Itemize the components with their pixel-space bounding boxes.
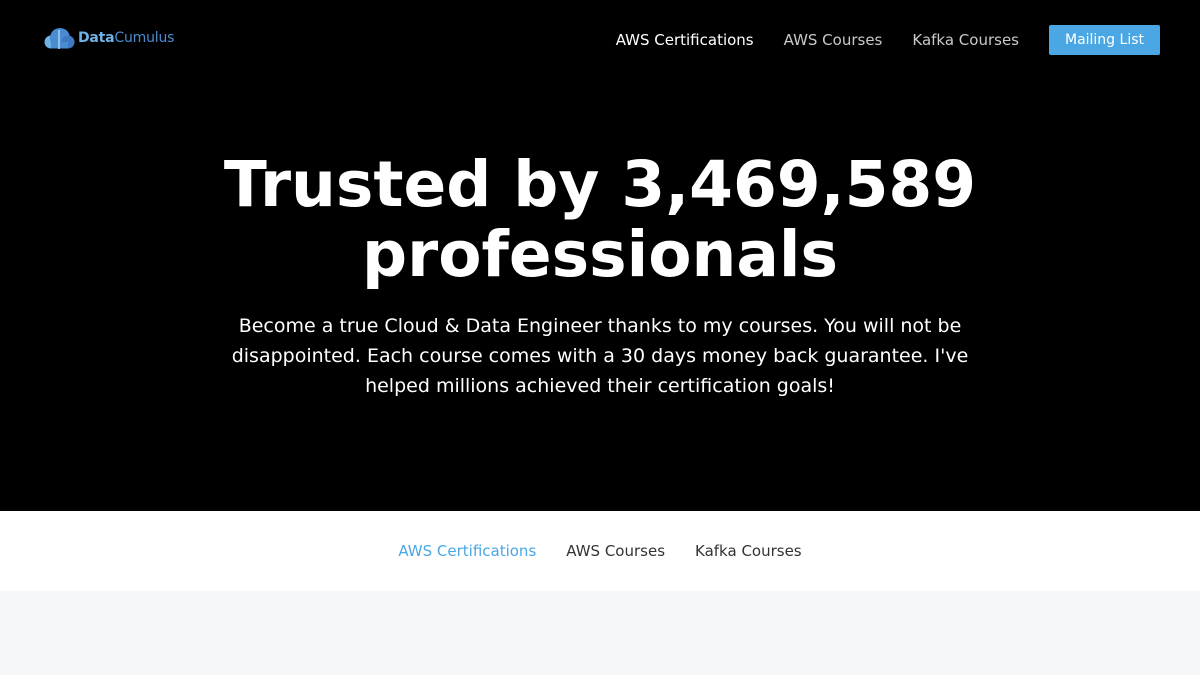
content-area	[0, 591, 1200, 675]
site-logo[interactable]: DataCumulus	[42, 26, 174, 50]
hero-section: DataCumulus AWS Certifications AWS Cours…	[0, 0, 1200, 511]
hero-headline-line2: professionals	[362, 218, 838, 291]
hero-subheading-wrap: Become a true Cloud & Data Engineer than…	[0, 311, 1200, 401]
cloud-icon	[42, 27, 75, 49]
top-navbar: DataCumulus AWS Certifications AWS Cours…	[0, 0, 1200, 80]
hero-headline: Trusted by 3,469,589 professionals	[0, 150, 1200, 290]
category-tabs: AWS Certifications AWS Courses Kafka Cou…	[0, 511, 1200, 591]
mailing-list-button[interactable]: Mailing List	[1049, 25, 1160, 55]
tab-kafka-courses[interactable]: Kafka Courses	[695, 541, 802, 561]
logo-text-data: Data	[78, 30, 115, 46]
tab-aws-courses[interactable]: AWS Courses	[566, 541, 665, 561]
hero-headline-line1: Trusted by 3,469,589	[223, 148, 977, 221]
tab-aws-certifications[interactable]: AWS Certifications	[398, 541, 536, 561]
hero-subheading: Become a true Cloud & Data Engineer than…	[231, 315, 969, 397]
nav-link-kafka-courses[interactable]: Kafka Courses	[912, 25, 1019, 55]
logo-text: DataCumulus	[78, 26, 174, 50]
logo-text-cumulus: Cumulus	[114, 30, 175, 46]
nav-link-aws-certifications[interactable]: AWS Certifications	[616, 25, 754, 55]
nav-link-aws-courses[interactable]: AWS Courses	[784, 25, 883, 55]
main-nav: AWS Certifications AWS Courses Kafka Cou…	[616, 25, 1160, 55]
